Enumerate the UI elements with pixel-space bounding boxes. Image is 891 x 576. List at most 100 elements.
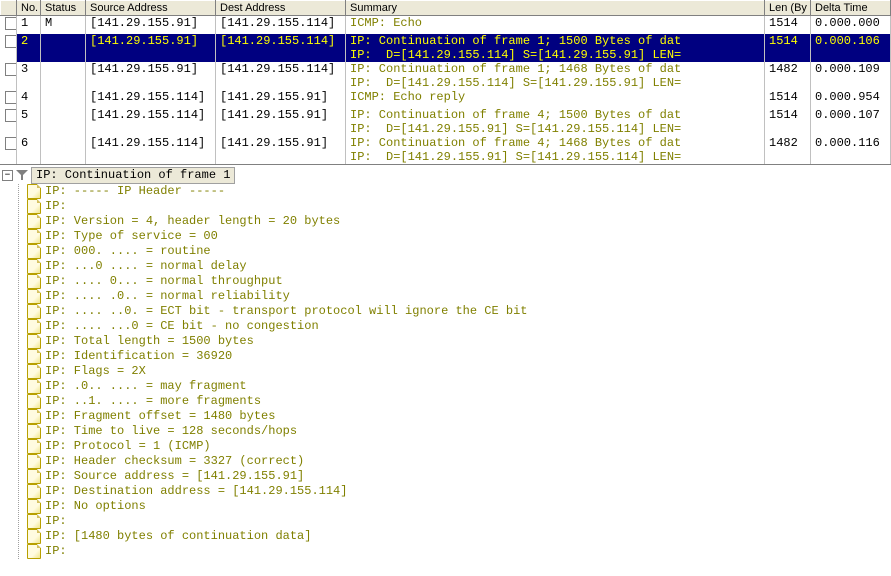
table-row[interactable]: 5[141.29.155.114][141.29.155.91]IP: Cont… — [1, 108, 891, 136]
cell-dst: [141.29.155.91] — [216, 108, 346, 136]
table-row[interactable]: 2[141.29.155.91][141.29.155.114]IP: Cont… — [1, 34, 891, 62]
cell-status — [41, 108, 86, 136]
page-icon — [27, 454, 41, 469]
page-icon — [27, 469, 41, 484]
cell-no: 6 — [17, 136, 41, 164]
tree-line-text: IP: — [45, 544, 67, 559]
cell-len: 1514 — [765, 90, 811, 108]
tree-item[interactable]: IP: .... .0.. = normal reliability — [27, 289, 891, 304]
cell-delta: 0.000.107 — [811, 108, 891, 136]
tree-line-text: IP: .0.. .... = may fragment — [45, 379, 247, 394]
tree-line-text: IP: — [45, 514, 67, 529]
page-icon — [27, 499, 41, 514]
tree-item[interactable]: IP: Type of service = 00 — [27, 229, 891, 244]
col-len[interactable]: Len (By — [765, 1, 811, 16]
tree-item[interactable]: IP: ...0 .... = normal delay — [27, 259, 891, 274]
tree-root-row[interactable]: − IP: Continuation of frame 1 — [2, 167, 891, 184]
tree-item[interactable]: IP: ----- IP Header ----- — [27, 184, 891, 199]
col-delta[interactable]: Delta Time — [811, 1, 891, 16]
page-icon — [27, 514, 41, 529]
table-row[interactable]: 4[141.29.155.114][141.29.155.91]ICMP: Ec… — [1, 90, 891, 108]
tree-item[interactable]: IP: .... 0... = normal throughput — [27, 274, 891, 289]
row-checkbox-cell — [1, 136, 17, 164]
col-status[interactable]: Status — [41, 1, 86, 16]
cell-len: 1482 — [765, 62, 811, 90]
tree-item[interactable]: IP: Total length = 1500 bytes — [27, 334, 891, 349]
tree-item[interactable]: IP: — [27, 199, 891, 214]
tree-line-text: IP: .... .0.. = normal reliability — [45, 289, 290, 304]
tree-line-text: IP: ..1. .... = more fragments — [45, 394, 261, 409]
cell-status — [41, 34, 86, 62]
table-row[interactable]: 1M[141.29.155.91][141.29.155.114]ICMP: E… — [1, 16, 891, 35]
col-src[interactable]: Source Address — [86, 1, 216, 16]
page-icon — [27, 319, 41, 334]
page-icon — [27, 244, 41, 259]
tree-item[interactable]: IP: Identification = 36920 — [27, 349, 891, 364]
table-row[interactable]: 6[141.29.155.114][141.29.155.91]IP: Cont… — [1, 136, 891, 164]
cell-delta: 0.000.000 — [811, 16, 891, 35]
header-row[interactable]: No. Status Source Address Dest Address S… — [1, 1, 891, 16]
tree-item[interactable]: IP: .... ..0. = ECT bit - transport prot… — [27, 304, 891, 319]
cell-src: [141.29.155.91] — [86, 62, 216, 90]
row-checkbox-cell — [1, 90, 17, 108]
cell-src: [141.29.155.114] — [86, 136, 216, 164]
row-checkbox-cell — [1, 108, 17, 136]
cell-status — [41, 136, 86, 164]
tree-item[interactable]: IP: Fragment offset = 1480 bytes — [27, 409, 891, 424]
cell-len: 1514 — [765, 16, 811, 35]
tree-line-text: IP: ...0 .... = normal delay — [45, 259, 247, 274]
tree-item[interactable]: IP: .... ...0 = CE bit - no congestion — [27, 319, 891, 334]
tree-item[interactable]: IP: 000. .... = routine — [27, 244, 891, 259]
page-icon — [27, 214, 41, 229]
tree-item[interactable]: IP: — [27, 514, 891, 529]
detail-pane[interactable]: − IP: Continuation of frame 1 IP: ----- … — [0, 164, 891, 559]
row-checkbox[interactable] — [5, 109, 17, 122]
filter-icon — [16, 170, 28, 182]
page-icon — [27, 484, 41, 499]
tree-line-text: IP: Identification = 36920 — [45, 349, 232, 364]
col-dst[interactable]: Dest Address — [216, 1, 346, 16]
col-summary[interactable]: Summary — [346, 1, 765, 16]
packet-table[interactable]: No. Status Source Address Dest Address S… — [0, 0, 891, 164]
row-checkbox-cell — [1, 62, 17, 90]
tree-item[interactable]: IP: Version = 4, header length = 20 byte… — [27, 214, 891, 229]
tree-item[interactable]: IP: Header checksum = 3327 (correct) — [27, 454, 891, 469]
cell-summary: IP: Continuation of frame 4; 1500 Bytes … — [346, 108, 765, 136]
tree-item[interactable]: IP: No options — [27, 499, 891, 514]
tree-line-text: IP: Protocol = 1 (ICMP) — [45, 439, 211, 454]
page-icon — [27, 334, 41, 349]
tree-item[interactable]: IP: Protocol = 1 (ICMP) — [27, 439, 891, 454]
tree-line-text: IP: Total length = 1500 bytes — [45, 334, 254, 349]
cell-dst: [141.29.155.114] — [216, 34, 346, 62]
cell-src: [141.29.155.91] — [86, 34, 216, 62]
page-icon — [27, 379, 41, 394]
row-checkbox[interactable] — [5, 137, 17, 150]
cell-summary: IP: Continuation of frame 1; 1500 Bytes … — [346, 34, 765, 62]
cell-summary: ICMP: Echo — [346, 16, 765, 35]
tree-item[interactable]: IP: Destination address = [141.29.155.11… — [27, 484, 891, 499]
collapse-icon[interactable]: − — [2, 170, 13, 181]
page-icon — [27, 529, 41, 544]
col-checkbox[interactable] — [1, 1, 17, 16]
row-checkbox-cell — [1, 34, 17, 62]
tree-line-text: IP: Time to live = 128 seconds/hops — [45, 424, 297, 439]
tree-item[interactable]: IP: .0.. .... = may fragment — [27, 379, 891, 394]
tree-line-text: IP: Type of service = 00 — [45, 229, 218, 244]
table-row[interactable]: 3[141.29.155.91][141.29.155.114]IP: Cont… — [1, 62, 891, 90]
tree-line-text: IP: Header checksum = 3327 (correct) — [45, 454, 304, 469]
tree-item[interactable]: IP: — [27, 544, 891, 559]
col-no[interactable]: No. — [17, 1, 41, 16]
row-checkbox[interactable] — [5, 63, 17, 76]
cell-len: 1514 — [765, 108, 811, 136]
row-checkbox[interactable] — [5, 17, 17, 30]
tree-item[interactable]: IP: [1480 bytes of continuation data] — [27, 529, 891, 544]
row-checkbox[interactable] — [5, 91, 17, 104]
tree-line-text: IP: Destination address = [141.29.155.11… — [45, 484, 347, 499]
page-icon — [27, 364, 41, 379]
row-checkbox[interactable] — [5, 35, 17, 48]
tree-item[interactable]: IP: Time to live = 128 seconds/hops — [27, 424, 891, 439]
tree-item[interactable]: IP: Source address = [141.29.155.91] — [27, 469, 891, 484]
tree-item[interactable]: IP: Flags = 2X — [27, 364, 891, 379]
cell-delta: 0.000.109 — [811, 62, 891, 90]
tree-item[interactable]: IP: ..1. .... = more fragments — [27, 394, 891, 409]
